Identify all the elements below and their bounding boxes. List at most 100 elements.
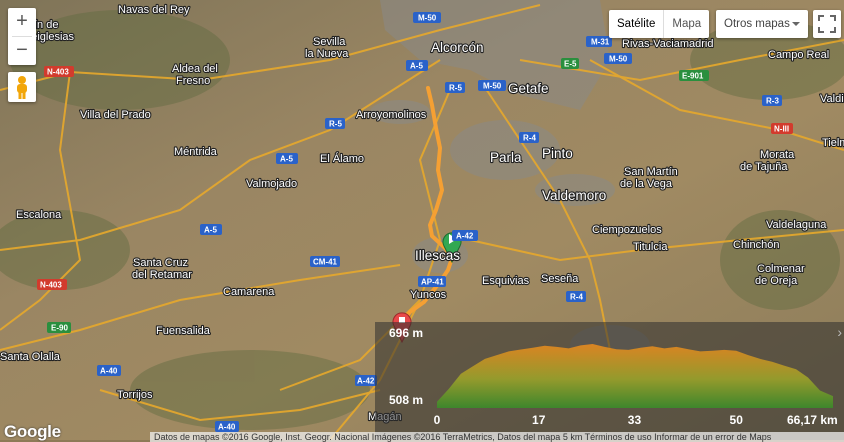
elevation-x-tick: 0 <box>433 413 441 427</box>
pegman-icon <box>17 76 27 99</box>
label-valdilecha: Valdile <box>820 93 844 105</box>
svg-text:R-5: R-5 <box>449 84 462 93</box>
elevation-profile-panel[interactable]: 696 m 508 m 0 17 33 50 66,17 km › <box>375 322 844 440</box>
shield-a5-top: A-5 <box>406 60 428 71</box>
elevation-max-label: 696 m <box>389 326 424 340</box>
other-maps-label: Otros mapas <box>724 18 790 30</box>
label-ciempozuelos: Ciempozuelos <box>592 224 662 236</box>
label-santa-cruz: Santa Cruz del Retamar <box>132 257 192 281</box>
label-campo-real: Campo Real <box>768 49 829 61</box>
shield-n403-low: N-403 <box>37 279 67 290</box>
shield-cm41: CM-41 <box>310 256 340 267</box>
shield-a42-low: A-42 <box>355 375 377 386</box>
svg-text:M-50: M-50 <box>483 82 502 91</box>
shield-a5-mid: A-5 <box>276 153 298 164</box>
svg-text:R-4: R-4 <box>570 293 583 302</box>
label-el-alamo: El Álamo <box>320 152 364 165</box>
svg-text:AP-41: AP-41 <box>421 278 444 287</box>
elevation-min-label: 508 m <box>389 393 424 407</box>
label-camarena: Camarena <box>223 286 275 298</box>
label-esquivias: Esquivias <box>482 275 530 287</box>
label-fuensalida: Fuensalida <box>156 325 211 337</box>
label-san-martin-vega: San Martín de la Vega <box>620 166 678 190</box>
svg-text:CM-41: CM-41 <box>313 258 338 267</box>
svg-text:R-5: R-5 <box>329 120 342 129</box>
fullscreen-button[interactable] <box>813 10 841 38</box>
chevron-right-icon[interactable]: › <box>837 324 842 340</box>
shield-r5-b: R-5 <box>325 118 345 129</box>
label-tielmes: Tielm <box>822 137 844 149</box>
shield-a5-low: A-5 <box>200 224 222 235</box>
svg-text:A-5: A-5 <box>280 155 293 164</box>
elevation-x-tick: 66,17 km <box>787 413 838 427</box>
svg-text:A-40: A-40 <box>218 423 236 432</box>
label-valmojado: Valmojado <box>246 178 297 190</box>
map-attribution[interactable]: Datos de mapas ©2016 Google, Inst. Geogr… <box>150 432 844 442</box>
svg-text:M-31: M-31 <box>591 38 610 47</box>
label-getafe: Getafe <box>508 81 549 96</box>
zoom-out-button[interactable]: − <box>8 37 36 65</box>
map-type-satellite-button[interactable]: Satélite <box>609 10 665 38</box>
svg-text:E-5: E-5 <box>564 60 577 69</box>
svg-text:N-III: N-III <box>774 125 789 134</box>
svg-text:A-5: A-5 <box>410 62 423 71</box>
svg-text:A-42: A-42 <box>357 377 375 386</box>
svg-text:A-5: A-5 <box>204 226 217 235</box>
shield-e901: E-901 <box>679 70 709 81</box>
elevation-x-tick: 17 <box>532 413 546 427</box>
shield-n403-top: N-403 <box>44 66 74 77</box>
svg-text:M-50: M-50 <box>418 14 437 23</box>
label-escalona: Escalona <box>16 209 62 221</box>
label-rivas: Rivas-Vaciamadrid <box>622 38 714 50</box>
svg-text:E-90: E-90 <box>51 324 68 333</box>
elevation-chart <box>437 344 833 408</box>
label-mentrida: Méntrida <box>174 146 218 158</box>
svg-text:N-403: N-403 <box>47 68 69 77</box>
shield-r3: R-3 <box>762 95 782 106</box>
chevron-down-icon <box>792 22 800 26</box>
elevation-x-tick: 33 <box>627 413 642 427</box>
label-villa-del-prado: Villa del Prado <box>80 109 151 121</box>
svg-text:M-50: M-50 <box>609 55 628 64</box>
fullscreen-icon <box>818 15 836 33</box>
label-sesena: Seseña <box>541 273 579 285</box>
map-type-map-button[interactable]: Mapa <box>664 10 709 38</box>
label-santa-olalla: Santa Olalla <box>0 351 61 363</box>
svg-text:A-42: A-42 <box>456 232 474 241</box>
label-valdelaguna: Valdelaguna <box>766 219 827 231</box>
shield-m50-top: M-50 <box>413 12 441 23</box>
zoom-in-button[interactable]: + <box>8 8 36 36</box>
map-type-control: Satélite Mapa <box>609 10 710 38</box>
label-pinto: Pinto <box>542 146 573 161</box>
label-torrijos: Torrijos <box>117 389 153 401</box>
shield-a40-a: A-40 <box>97 365 121 376</box>
elevation-x-tick: 50 <box>729 413 743 427</box>
label-illescas: Illescas <box>415 248 460 263</box>
label-arroyomolinos: Arroyomolinos <box>356 109 427 121</box>
label-titulcia: Titulcia <box>633 241 668 253</box>
label-navas-del-rey: Navas del Rey <box>118 4 190 16</box>
shield-m50-getafe: M-50 <box>478 80 506 91</box>
label-yuncos: Yuncos <box>410 289 447 301</box>
shield-niii: N-III <box>771 123 793 134</box>
label-parla: Parla <box>490 150 522 165</box>
svg-text:R-4: R-4 <box>523 134 536 143</box>
shield-a40-b: A-40 <box>215 421 239 432</box>
elevation-area <box>437 344 833 408</box>
svg-text:N-403: N-403 <box>40 281 62 290</box>
label-valdemoro: Valdemoro <box>542 188 606 203</box>
shield-r4-low: R-4 <box>566 291 586 302</box>
svg-text:A-40: A-40 <box>100 367 118 376</box>
shield-e90: E-90 <box>47 322 71 333</box>
shield-a42: A-42 <box>452 230 478 241</box>
shield-r4: R-4 <box>519 132 539 143</box>
street-view-pegman-button[interactable] <box>8 72 36 102</box>
shield-e5: E-5 <box>561 58 579 69</box>
shield-r5-a: R-5 <box>445 82 465 93</box>
label-alcorcon: Alcorcón <box>431 40 484 55</box>
svg-text:R-3: R-3 <box>766 97 779 106</box>
shield-m50-right: M-50 <box>604 53 632 64</box>
other-maps-dropdown[interactable]: Otros mapas <box>716 10 808 38</box>
google-logo: Google <box>4 422 61 441</box>
shield-ap41: AP-41 <box>418 276 446 287</box>
